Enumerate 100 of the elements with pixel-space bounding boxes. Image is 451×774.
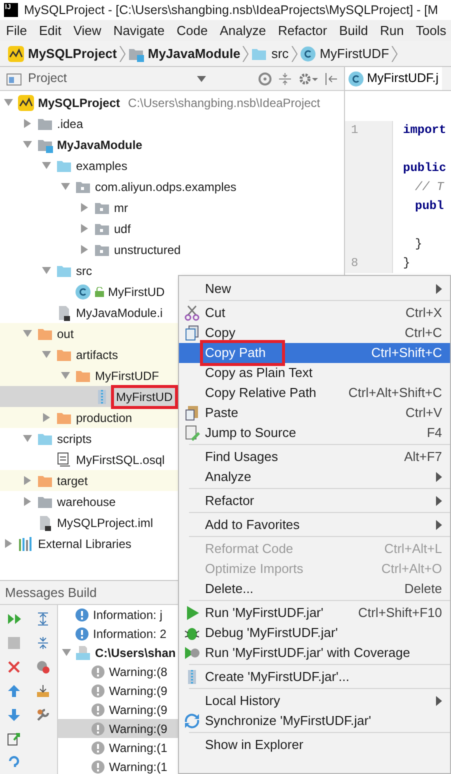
menu-item[interactable]: File xyxy=(0,20,33,40)
menu-item[interactable]: Run 'MyFirstUDF.jar' with Coverage xyxy=(179,643,450,663)
help-icon[interactable] xyxy=(7,756,22,770)
tree-item[interactable]: MyJavaModule xyxy=(57,136,142,154)
stop-icon[interactable] xyxy=(7,636,22,650)
menu-item[interactable]: Delete... Delete xyxy=(179,579,450,599)
menu-item[interactable]: Analyze xyxy=(214,20,272,40)
menu-item[interactable]: Copy as Plain Text xyxy=(179,363,450,383)
tree-item[interactable]: MyFirstUDF xyxy=(95,366,159,384)
message-text[interactable]: Warning:(9 xyxy=(109,720,168,738)
collapse-arrow-icon[interactable] xyxy=(60,371,70,380)
menu-item[interactable]: Run xyxy=(374,20,410,40)
dropdown-caret-icon[interactable] xyxy=(197,76,206,82)
close-icon[interactable] xyxy=(7,660,22,674)
collapse-icon[interactable] xyxy=(278,72,292,86)
settings-icon[interactable] xyxy=(298,72,318,86)
collapse-arrow-icon[interactable] xyxy=(42,161,50,170)
menu-item[interactable]: Navigate xyxy=(107,20,171,40)
tree-item[interactable]: unstructured xyxy=(114,240,181,258)
download-icon[interactable] xyxy=(36,684,50,698)
collapse-arrow-icon[interactable] xyxy=(4,98,12,107)
expand-arrow-icon[interactable] xyxy=(80,224,88,233)
tree-item[interactable]: MySQLProject.iml xyxy=(57,514,154,532)
menu-item[interactable]: Code xyxy=(170,20,214,40)
up-arrow-icon[interactable] xyxy=(7,684,22,698)
menu-item[interactable]: Create 'MyFirstUDF.jar'... xyxy=(179,667,450,687)
expand-arrow-icon[interactable] xyxy=(22,497,32,506)
menu-item[interactable]: Build xyxy=(333,20,374,40)
collapse-all-icon[interactable] xyxy=(36,636,50,650)
message-text[interactable]: Warning:(9 xyxy=(109,700,168,718)
editor-tab[interactable]: MyFirstUDF.j xyxy=(345,67,442,90)
tree-item[interactable]: out xyxy=(57,324,74,342)
tree-item[interactable]: External Libraries xyxy=(38,534,132,552)
expand-arrow-icon[interactable] xyxy=(22,119,32,128)
expand-arrow-icon[interactable] xyxy=(42,413,50,422)
tree-item[interactable]: production xyxy=(76,408,132,426)
menu-item[interactable]: Edit xyxy=(32,20,68,40)
message-text[interactable]: Warning:(9 xyxy=(109,682,168,700)
menu-item[interactable]: Find Usages Alt+F7 xyxy=(179,447,450,467)
message-text[interactable]: Warning:(1 xyxy=(109,738,168,756)
expand-arrow-icon[interactable] xyxy=(80,245,88,254)
collapse-arrow-icon[interactable] xyxy=(42,266,50,275)
tree-item[interactable]: MyFirstUD xyxy=(108,282,165,300)
message-text[interactable]: C:\Users\shan xyxy=(95,644,176,662)
message-text[interactable]: Warning:(1 xyxy=(109,758,168,774)
collapse-arrow-icon[interactable] xyxy=(22,434,32,443)
menu-item[interactable]: Run 'MyFirstUDF.jar' Ctrl+Shift+F10 xyxy=(179,603,450,623)
breadcrumb-item[interactable]: MyFirstUDF xyxy=(320,44,390,64)
tree-item[interactable]: MyFirstSQL.osql xyxy=(76,450,165,468)
tree-item[interactable]: examples xyxy=(76,156,128,174)
down-arrow-icon[interactable] xyxy=(7,708,22,722)
tree-item[interactable]: com.aliyun.odps.examples xyxy=(95,178,236,196)
tree-item[interactable]: MySQLProject xyxy=(38,94,120,112)
breadcrumb-item[interactable]: MySQLProject xyxy=(28,44,117,64)
collapse-arrow-icon[interactable] xyxy=(22,329,32,338)
menu-item[interactable]: Tools xyxy=(410,20,451,40)
menu-item[interactable]: Analyze xyxy=(179,467,450,487)
tree-item[interactable]: target xyxy=(57,472,88,490)
menu-item[interactable]: Copy Relative Path Ctrl+Alt+Shift+C xyxy=(179,383,450,403)
rerun-icon[interactable] xyxy=(7,612,22,626)
menu-item[interactable]: Copy Path Ctrl+Shift+C xyxy=(179,343,450,363)
tree-item[interactable]: MyFirstUD xyxy=(114,388,175,406)
menu-item[interactable]: Local History xyxy=(179,691,450,711)
collapse-arrow-icon[interactable] xyxy=(22,140,32,149)
menu-item[interactable]: Paste Ctrl+V xyxy=(179,403,450,423)
menu-item[interactable]: Synchronize 'MyFirstUDF.jar' xyxy=(179,711,450,731)
wrench-icon[interactable] xyxy=(36,708,50,722)
menu-item[interactable]: Refactor xyxy=(272,20,334,40)
collapse-arrow-icon[interactable] xyxy=(62,648,71,657)
tree-item[interactable]: scripts xyxy=(57,430,92,448)
menu-item[interactable]: Debug 'MyFirstUDF.jar' xyxy=(179,623,450,643)
menu-item[interactable]: Show in Explorer xyxy=(179,735,450,755)
menu-item[interactable]: Refactor xyxy=(179,491,450,511)
tree-item[interactable]: MyJavaModule.i xyxy=(76,304,163,322)
menu-item[interactable]: Add to Favorites xyxy=(179,515,450,535)
tree-item[interactable]: src xyxy=(76,262,92,280)
menu-item[interactable]: View xyxy=(67,20,108,40)
expand-all-icon[interactable] xyxy=(36,612,50,626)
hide-panel-icon[interactable] xyxy=(324,72,338,86)
tree-item[interactable]: mr xyxy=(114,198,128,216)
tree-item[interactable]: .idea xyxy=(57,114,84,132)
expand-arrow-icon[interactable] xyxy=(4,539,12,548)
expand-arrow-icon[interactable] xyxy=(80,203,88,212)
export-icon[interactable] xyxy=(7,732,22,746)
collapse-arrow-icon[interactable] xyxy=(42,350,50,359)
breadcrumb-item[interactable]: src xyxy=(271,44,289,64)
menu-item[interactable]: Cut Ctrl+X xyxy=(179,303,450,323)
collapse-arrow-icon[interactable] xyxy=(60,182,70,191)
tree-item[interactable]: udf xyxy=(114,220,131,238)
menu-item[interactable]: Jump to Source F4 xyxy=(179,423,450,443)
breadcrumb-item[interactable]: MyJavaModule xyxy=(148,44,240,64)
menu-item[interactable]: New xyxy=(179,279,450,299)
message-text[interactable]: Warning:(8 xyxy=(109,662,168,680)
expand-arrow-icon[interactable] xyxy=(22,476,32,485)
message-text[interactable]: Information: j xyxy=(93,606,162,624)
message-text[interactable]: Information: 2 xyxy=(93,624,166,642)
tree-item[interactable]: warehouse xyxy=(57,492,116,510)
target-icon[interactable] xyxy=(258,72,272,86)
tree-item[interactable]: artifacts xyxy=(76,346,118,364)
menu-item[interactable]: Copy Ctrl+C xyxy=(179,323,450,343)
